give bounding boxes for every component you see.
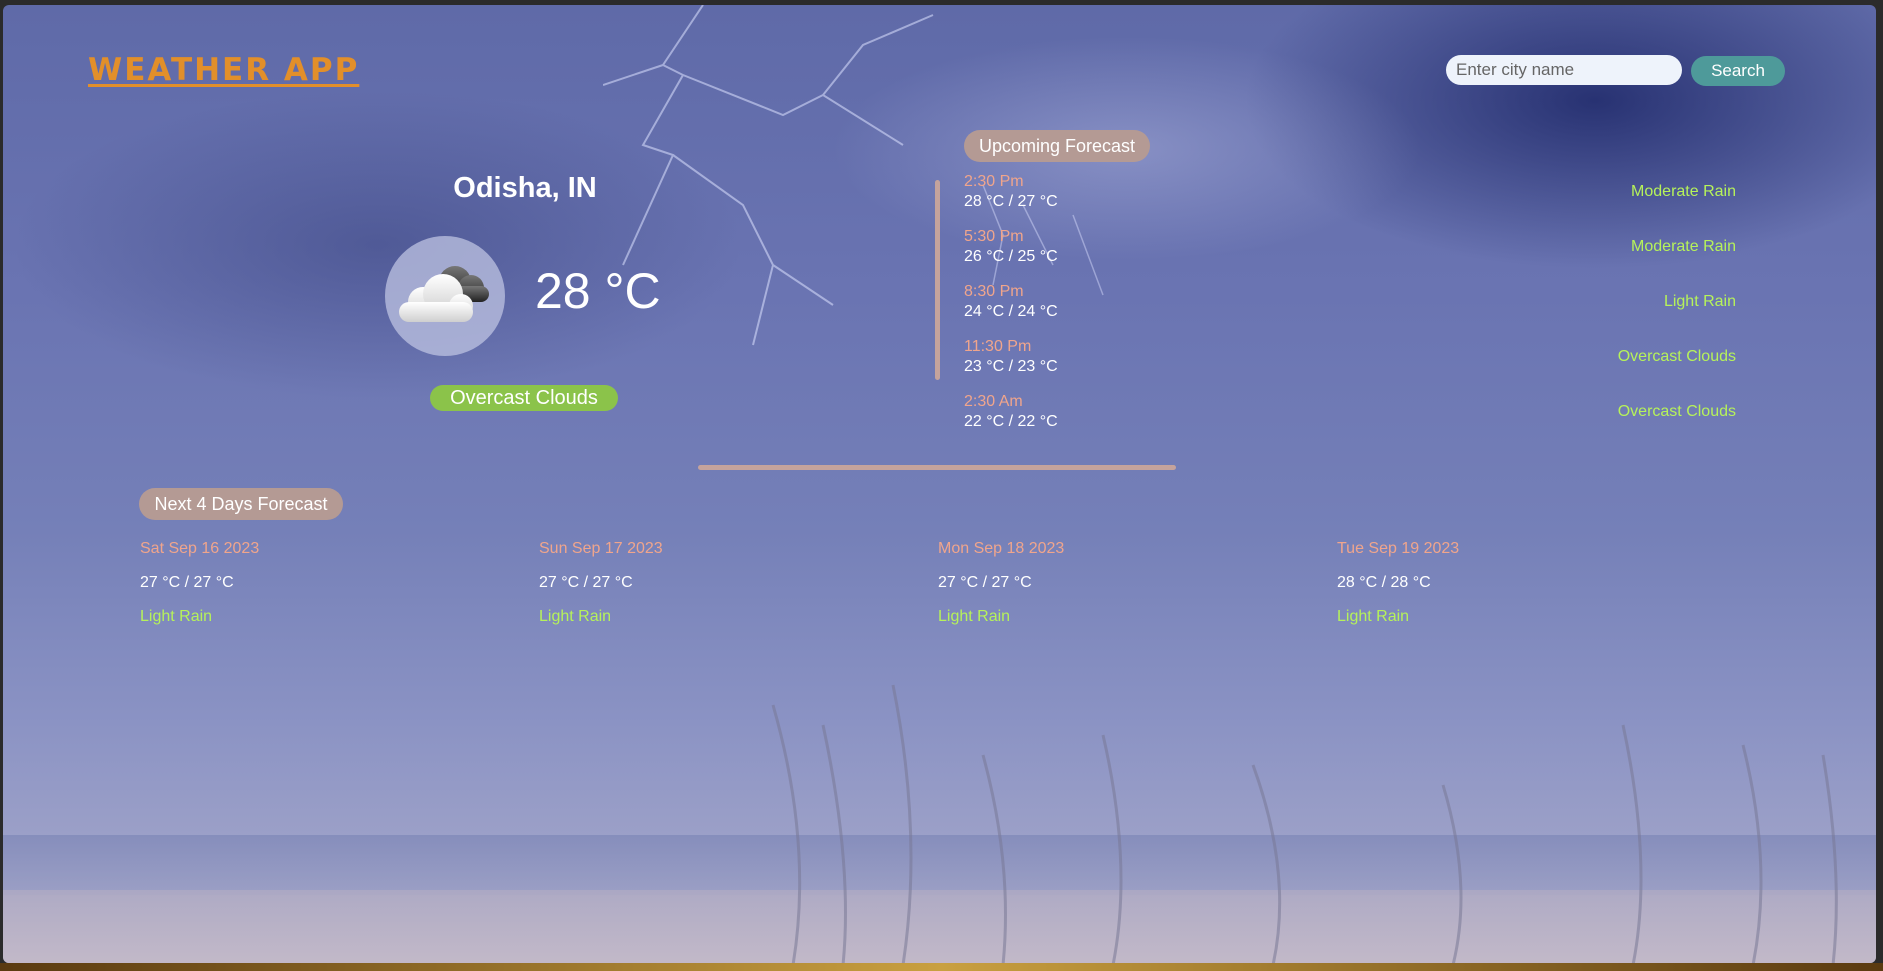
hour-temp-range: 23 °C / 23 °C (964, 358, 1058, 375)
hour-time: 2:30 Am (964, 393, 1023, 410)
search-button[interactable]: Search (1691, 56, 1785, 86)
hour-temp-range: 24 °C / 24 °C (964, 303, 1058, 320)
day-temp-range: 27 °C / 27 °C (140, 574, 234, 591)
weather-app-window (3, 5, 1876, 963)
weather-icon-container (385, 236, 505, 356)
hour-temp-range: 26 °C / 25 °C (964, 248, 1058, 265)
hour-description: Overcast Clouds (1617, 403, 1736, 420)
hour-temp-range: 28 °C / 27 °C (964, 193, 1058, 210)
city-search-input[interactable] (1446, 55, 1682, 85)
day-description: Light Rain (140, 608, 213, 625)
sea-oats-background-image (771, 684, 1838, 963)
hour-time: 5:30 Pm (964, 228, 1024, 245)
current-description-badge: Overcast Clouds (430, 385, 618, 411)
hourly-forecast-item: 5:30 Pm 26 °C / 25 °C (964, 228, 1058, 266)
day-description: Light Rain (1337, 608, 1410, 625)
taskbar-edge (0, 963, 1883, 971)
upcoming-divider-vertical (935, 180, 940, 380)
hour-description: Moderate Rain (1631, 238, 1736, 255)
hourly-forecast-item: 2:30 Am 22 °C / 22 °C (964, 393, 1058, 431)
day-temp-range: 28 °C / 28 °C (1337, 574, 1431, 591)
current-temperature: 28 °C (535, 263, 661, 319)
daily-forecast-item: Sun Sep 17 2023 27 °C / 27 °C Light Rain (539, 540, 839, 626)
hour-time: 11:30 Pm (964, 338, 1032, 355)
day-date: Sun Sep 17 2023 (539, 540, 663, 557)
day-date: Tue Sep 19 2023 (1337, 540, 1460, 557)
daily-forecast-item: Tue Sep 19 2023 28 °C / 28 °C Light Rain (1337, 540, 1637, 626)
hour-time: 8:30 Pm (964, 283, 1024, 300)
hourly-forecast-item: 8:30 Pm 24 °C / 24 °C (964, 283, 1058, 321)
section-divider-horizontal (698, 465, 1176, 470)
day-description: Light Rain (938, 608, 1011, 625)
overcast-cloud-icon (399, 266, 489, 322)
daily-forecast-item: Mon Sep 18 2023 27 °C / 27 °C Light Rain (938, 540, 1238, 626)
day-temp-range: 27 °C / 27 °C (938, 574, 1032, 591)
daily-forecast-item: Sat Sep 16 2023 27 °C / 27 °C Light Rain (140, 540, 440, 626)
day-description: Light Rain (539, 608, 612, 625)
lightning-background-image (603, 5, 1104, 346)
hour-temp-range: 22 °C / 22 °C (964, 413, 1058, 430)
hour-description: Light Rain (1663, 293, 1736, 310)
day-date: Mon Sep 18 2023 (938, 540, 1065, 557)
day-date: Sat Sep 16 2023 (140, 540, 260, 557)
current-city: Odisha, IN (453, 172, 597, 204)
app-logo[interactable]: WEATHER APP (88, 52, 359, 88)
day-temp-range: 27 °C / 27 °C (539, 574, 633, 591)
hour-description: Overcast Clouds (1617, 348, 1736, 365)
hourly-forecast-item: 11:30 Pm 23 °C / 23 °C (964, 338, 1058, 376)
hourly-forecast-item: 2:30 Pm 28 °C / 27 °C (964, 173, 1058, 211)
hour-description: Moderate Rain (1631, 183, 1736, 200)
next-days-forecast-title: Next 4 Days Forecast (139, 488, 343, 520)
hour-time: 2:30 Pm (964, 173, 1024, 190)
upcoming-forecast-title: Upcoming Forecast (964, 130, 1150, 162)
